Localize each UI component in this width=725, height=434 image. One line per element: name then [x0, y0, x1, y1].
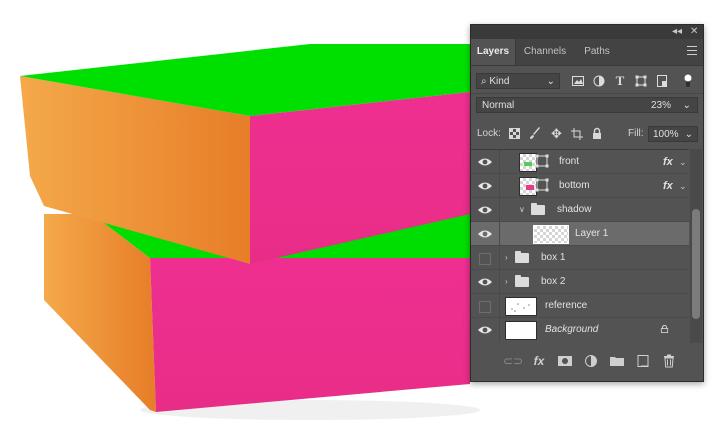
bottom-box-front — [150, 258, 470, 412]
tab-channels[interactable]: Channels — [517, 39, 573, 65]
fx-icon[interactable]: fx — [663, 150, 673, 174]
layer-thumbnail — [505, 321, 537, 340]
fill-label: Fill: — [628, 128, 644, 139]
folder-icon — [515, 275, 529, 287]
fill-value: 100% — [653, 129, 679, 140]
expand-chevron-right-icon[interactable]: › — [505, 246, 508, 270]
filter-toggle-icon[interactable] — [683, 74, 693, 88]
visibility-eye-icon[interactable] — [477, 323, 493, 337]
lock-image-pixels-icon[interactable] — [529, 127, 541, 140]
layer-row-front[interactable]: front fx ⌄ — [471, 150, 689, 174]
layer-group-shadow[interactable]: ∨ shadow — [471, 198, 689, 222]
close-panel-icon[interactable]: ✕ — [690, 26, 698, 38]
mask-icon[interactable] — [557, 353, 573, 369]
layer-name[interactable]: box 2 — [541, 270, 565, 294]
folder-icon — [515, 251, 529, 263]
adjustment-filter-icon[interactable] — [592, 74, 606, 88]
adjustment-icon[interactable] — [583, 353, 599, 369]
layer-thumbnail — [533, 225, 569, 244]
layer-name[interactable]: Layer 1 — [575, 222, 608, 246]
layer-name[interactable]: box 1 — [541, 246, 565, 270]
shape-filter-icon[interactable] — [634, 74, 648, 88]
blend-mode-select[interactable]: Normal 23% ⌄ — [476, 97, 698, 113]
collapse-panel-icon[interactable]: ◂◂ — [672, 26, 682, 38]
lock-icon — [660, 325, 669, 333]
lock-position-icon[interactable]: ✥ — [551, 122, 562, 146]
expand-chevron-down-icon[interactable]: ∨ — [519, 198, 525, 222]
chevron-down-icon[interactable]: ⌄ — [679, 150, 687, 174]
chevron-down-icon: ⌄ — [684, 129, 693, 140]
image-filter-icon[interactable] — [571, 74, 585, 88]
kind-filter-label: Kind — [489, 76, 510, 87]
lock-row: Lock: ✥ Fill: 100% ⌄ — [471, 122, 703, 146]
layer-name[interactable]: front — [559, 150, 579, 174]
layer-row-reference[interactable]: reference — [471, 294, 689, 318]
opacity-value[interactable]: 23% — [651, 98, 671, 113]
panel-title-bar[interactable]: ◂◂ ✕ — [471, 25, 703, 39]
layer-name[interactable]: reference — [545, 294, 587, 318]
lock-all-icon[interactable] — [592, 127, 602, 140]
fx-icon[interactable]: fx — [663, 174, 673, 198]
link-layers-icon[interactable]: ⊂⊃ — [503, 353, 523, 369]
blend-mode-value: Normal — [482, 100, 515, 111]
layer-group-box-2[interactable]: › box 2 — [471, 270, 689, 294]
chevron-down-icon[interactable]: ⌄ — [679, 174, 687, 198]
chevron-down-icon: ⌄ — [682, 100, 691, 111]
layer-name[interactable]: Background — [545, 318, 598, 342]
lock-artboard-icon[interactable] — [571, 128, 583, 140]
layer-row-bottom[interactable]: bottom fx ⌄ — [471, 174, 689, 198]
chevron-down-icon: ⌄ — [546, 76, 555, 87]
layer-group-box-1[interactable]: › box 1 — [471, 246, 689, 270]
layers-bottom-toolbar: ⊂⊃ fx — [471, 345, 703, 381]
layer-name[interactable]: shadow — [557, 198, 591, 222]
new-group-icon[interactable] — [609, 353, 625, 369]
visibility-toggle-off[interactable] — [479, 253, 491, 265]
visibility-eye-icon[interactable] — [477, 203, 493, 217]
trash-icon[interactable] — [661, 353, 677, 369]
visibility-eye-icon[interactable] — [477, 155, 493, 169]
lock-label: Lock: — [477, 128, 501, 139]
fx-icon[interactable]: fx — [531, 353, 547, 369]
expand-chevron-right-icon[interactable]: › — [505, 270, 508, 294]
kind-filter-select[interactable]: ⌕ Kind ⌄ — [476, 73, 560, 89]
visibility-toggle-off[interactable] — [479, 301, 491, 313]
layer-row-layer-1[interactable]: Layer 1 — [471, 222, 689, 246]
scrollbar-thumb[interactable] — [692, 209, 700, 319]
new-layer-icon[interactable] — [635, 353, 651, 369]
layer-thumbnail — [505, 297, 537, 316]
visibility-eye-icon[interactable] — [477, 275, 493, 289]
fill-input[interactable]: 100% ⌄ — [648, 126, 698, 142]
folder-icon — [531, 203, 545, 215]
lock-transparent-pixels-icon[interactable] — [509, 128, 520, 139]
layer-name[interactable]: bottom — [559, 174, 590, 198]
layers-scrollbar[interactable] — [690, 149, 702, 343]
filter-row: ⌕ Kind ⌄ T — [471, 69, 703, 93]
tab-paths[interactable]: Paths — [575, 39, 619, 65]
type-filter-icon[interactable]: T — [613, 74, 627, 88]
layers-panel: ◂◂ ✕ Layers Channels Paths ⌕ Kind ⌄ T No… — [470, 24, 704, 382]
blend-row: Normal 23% ⌄ — [471, 93, 703, 116]
panel-tabs: Layers Channels Paths — [471, 39, 703, 66]
visibility-eye-icon[interactable] — [477, 227, 493, 241]
search-icon: ⌕ — [481, 76, 487, 87]
layer-row-background[interactable]: Background — [471, 318, 689, 344]
visibility-eye-icon[interactable] — [477, 179, 493, 193]
smart-object-badge-icon — [535, 178, 549, 192]
panel-menu-icon[interactable] — [687, 46, 697, 56]
tab-layers[interactable]: Layers — [471, 39, 516, 65]
smart-object-filter-icon[interactable] — [655, 74, 669, 88]
smart-object-badge-icon — [535, 154, 549, 168]
layers-list: front fx ⌄ bottom fx ⌄ ∨ shadow Layer 1 … — [471, 149, 689, 344]
